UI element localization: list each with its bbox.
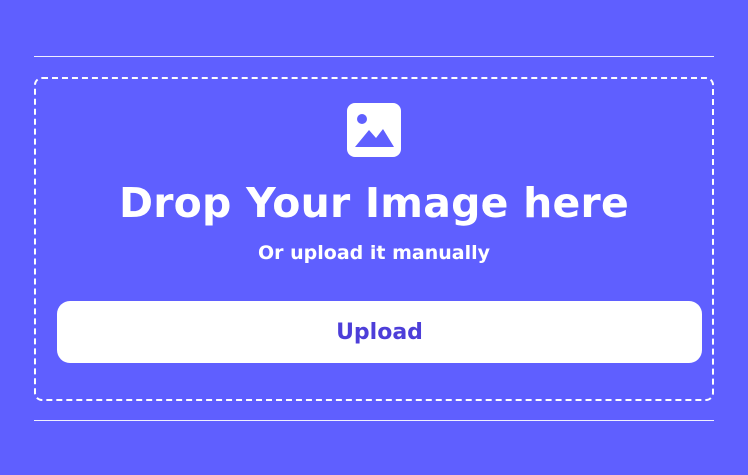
top-divider — [34, 56, 714, 57]
upload-button[interactable]: Upload — [57, 301, 702, 363]
image-dropzone[interactable]: Drop Your Image here Or upload it manual… — [34, 77, 714, 401]
image-icon — [347, 103, 401, 157]
dropzone-subtitle: Or upload it manually — [258, 242, 490, 264]
upload-page: Drop Your Image here Or upload it manual… — [0, 0, 748, 475]
dropzone-title: Drop Your Image here — [119, 179, 629, 227]
bottom-divider — [34, 420, 714, 421]
